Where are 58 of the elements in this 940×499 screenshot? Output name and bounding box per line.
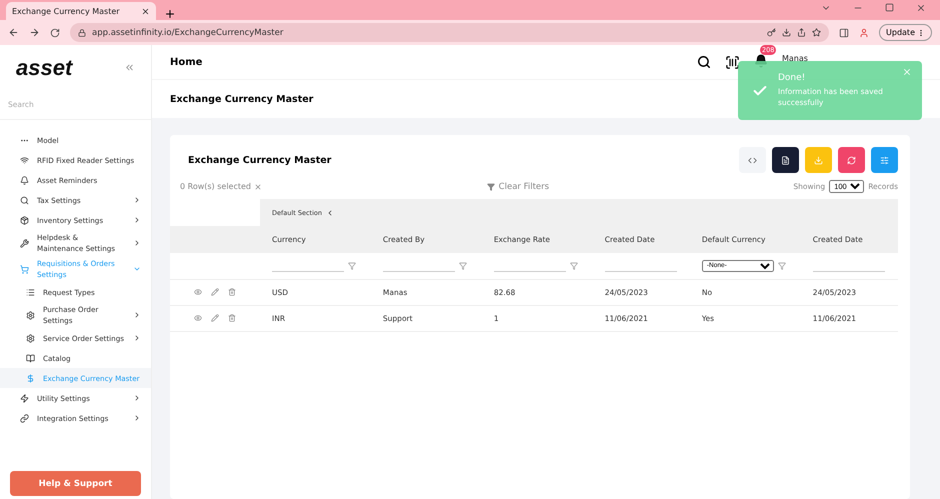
address-bar[interactable]: app.assetinfinity.io/ExchangeCurrencyMaster (70, 23, 830, 42)
clear-selection-icon[interactable] (254, 182, 262, 190)
toolbar-button[interactable] (772, 147, 799, 173)
wifi-icon (20, 156, 29, 164)
sliders-icon (880, 156, 889, 164)
bell-icon (20, 176, 29, 184)
rows-selected-text: 0 Row(s) selected (180, 182, 251, 191)
box-icon (20, 216, 29, 224)
bolt-icon (20, 394, 29, 402)
maximize-icon[interactable] (885, 3, 894, 12)
search-icon[interactable] (697, 55, 711, 69)
clear-filters-button[interactable]: Clear Filters (480, 180, 794, 192)
profile-icon[interactable] (859, 28, 870, 38)
share-icon[interactable] (797, 28, 806, 37)
delete-icon[interactable] (228, 288, 236, 296)
delete-icon[interactable] (228, 314, 236, 322)
back-icon[interactable] (8, 27, 19, 38)
filter-icon[interactable] (570, 262, 578, 270)
view-icon[interactable] (194, 314, 202, 322)
filter-icon[interactable] (778, 262, 786, 270)
gear-icon (26, 310, 35, 320)
card-title: Exchange Currency Master (188, 154, 332, 166)
list-icon (26, 288, 35, 296)
key-icon[interactable] (767, 28, 776, 37)
lock-icon (78, 28, 86, 36)
collapse-icon[interactable] (124, 62, 135, 73)
reload-icon[interactable] (50, 28, 60, 38)
filter-icon (486, 182, 495, 190)
new-tab-icon[interactable] (164, 8, 176, 20)
download-icon[interactable] (782, 28, 792, 37)
code-icon (748, 156, 757, 164)
browser-tab[interactable]: Exchange Currency Master (6, 2, 156, 20)
cart-icon (20, 264, 29, 274)
update-button[interactable]: Update (879, 24, 932, 41)
document-icon (781, 156, 790, 164)
download-icon (814, 156, 823, 164)
refresh-icon (847, 156, 856, 164)
view-icon[interactable] (194, 288, 202, 296)
book-icon (26, 354, 35, 362)
search-icon (20, 196, 29, 204)
edit-icon[interactable] (211, 288, 219, 296)
star-icon[interactable] (812, 28, 822, 37)
filter-icon[interactable] (348, 262, 356, 270)
link-icon (20, 414, 29, 422)
panel-icon[interactable] (839, 28, 850, 38)
dollar-icon (26, 374, 35, 382)
edit-icon[interactable] (211, 314, 219, 322)
page-title: Exchange Currency Master (170, 94, 314, 104)
header-title: Home (170, 56, 204, 68)
toast-title: Done! (778, 73, 806, 83)
forward-icon[interactable] (29, 27, 40, 38)
barcode-icon[interactable] (725, 54, 740, 70)
wrench-icon (20, 238, 29, 248)
user-name: Manas (782, 54, 809, 64)
close-icon[interactable] (141, 6, 150, 16)
logo: asset (16, 54, 72, 80)
filter-icon[interactable] (458, 262, 467, 270)
gear-icon (26, 334, 35, 342)
